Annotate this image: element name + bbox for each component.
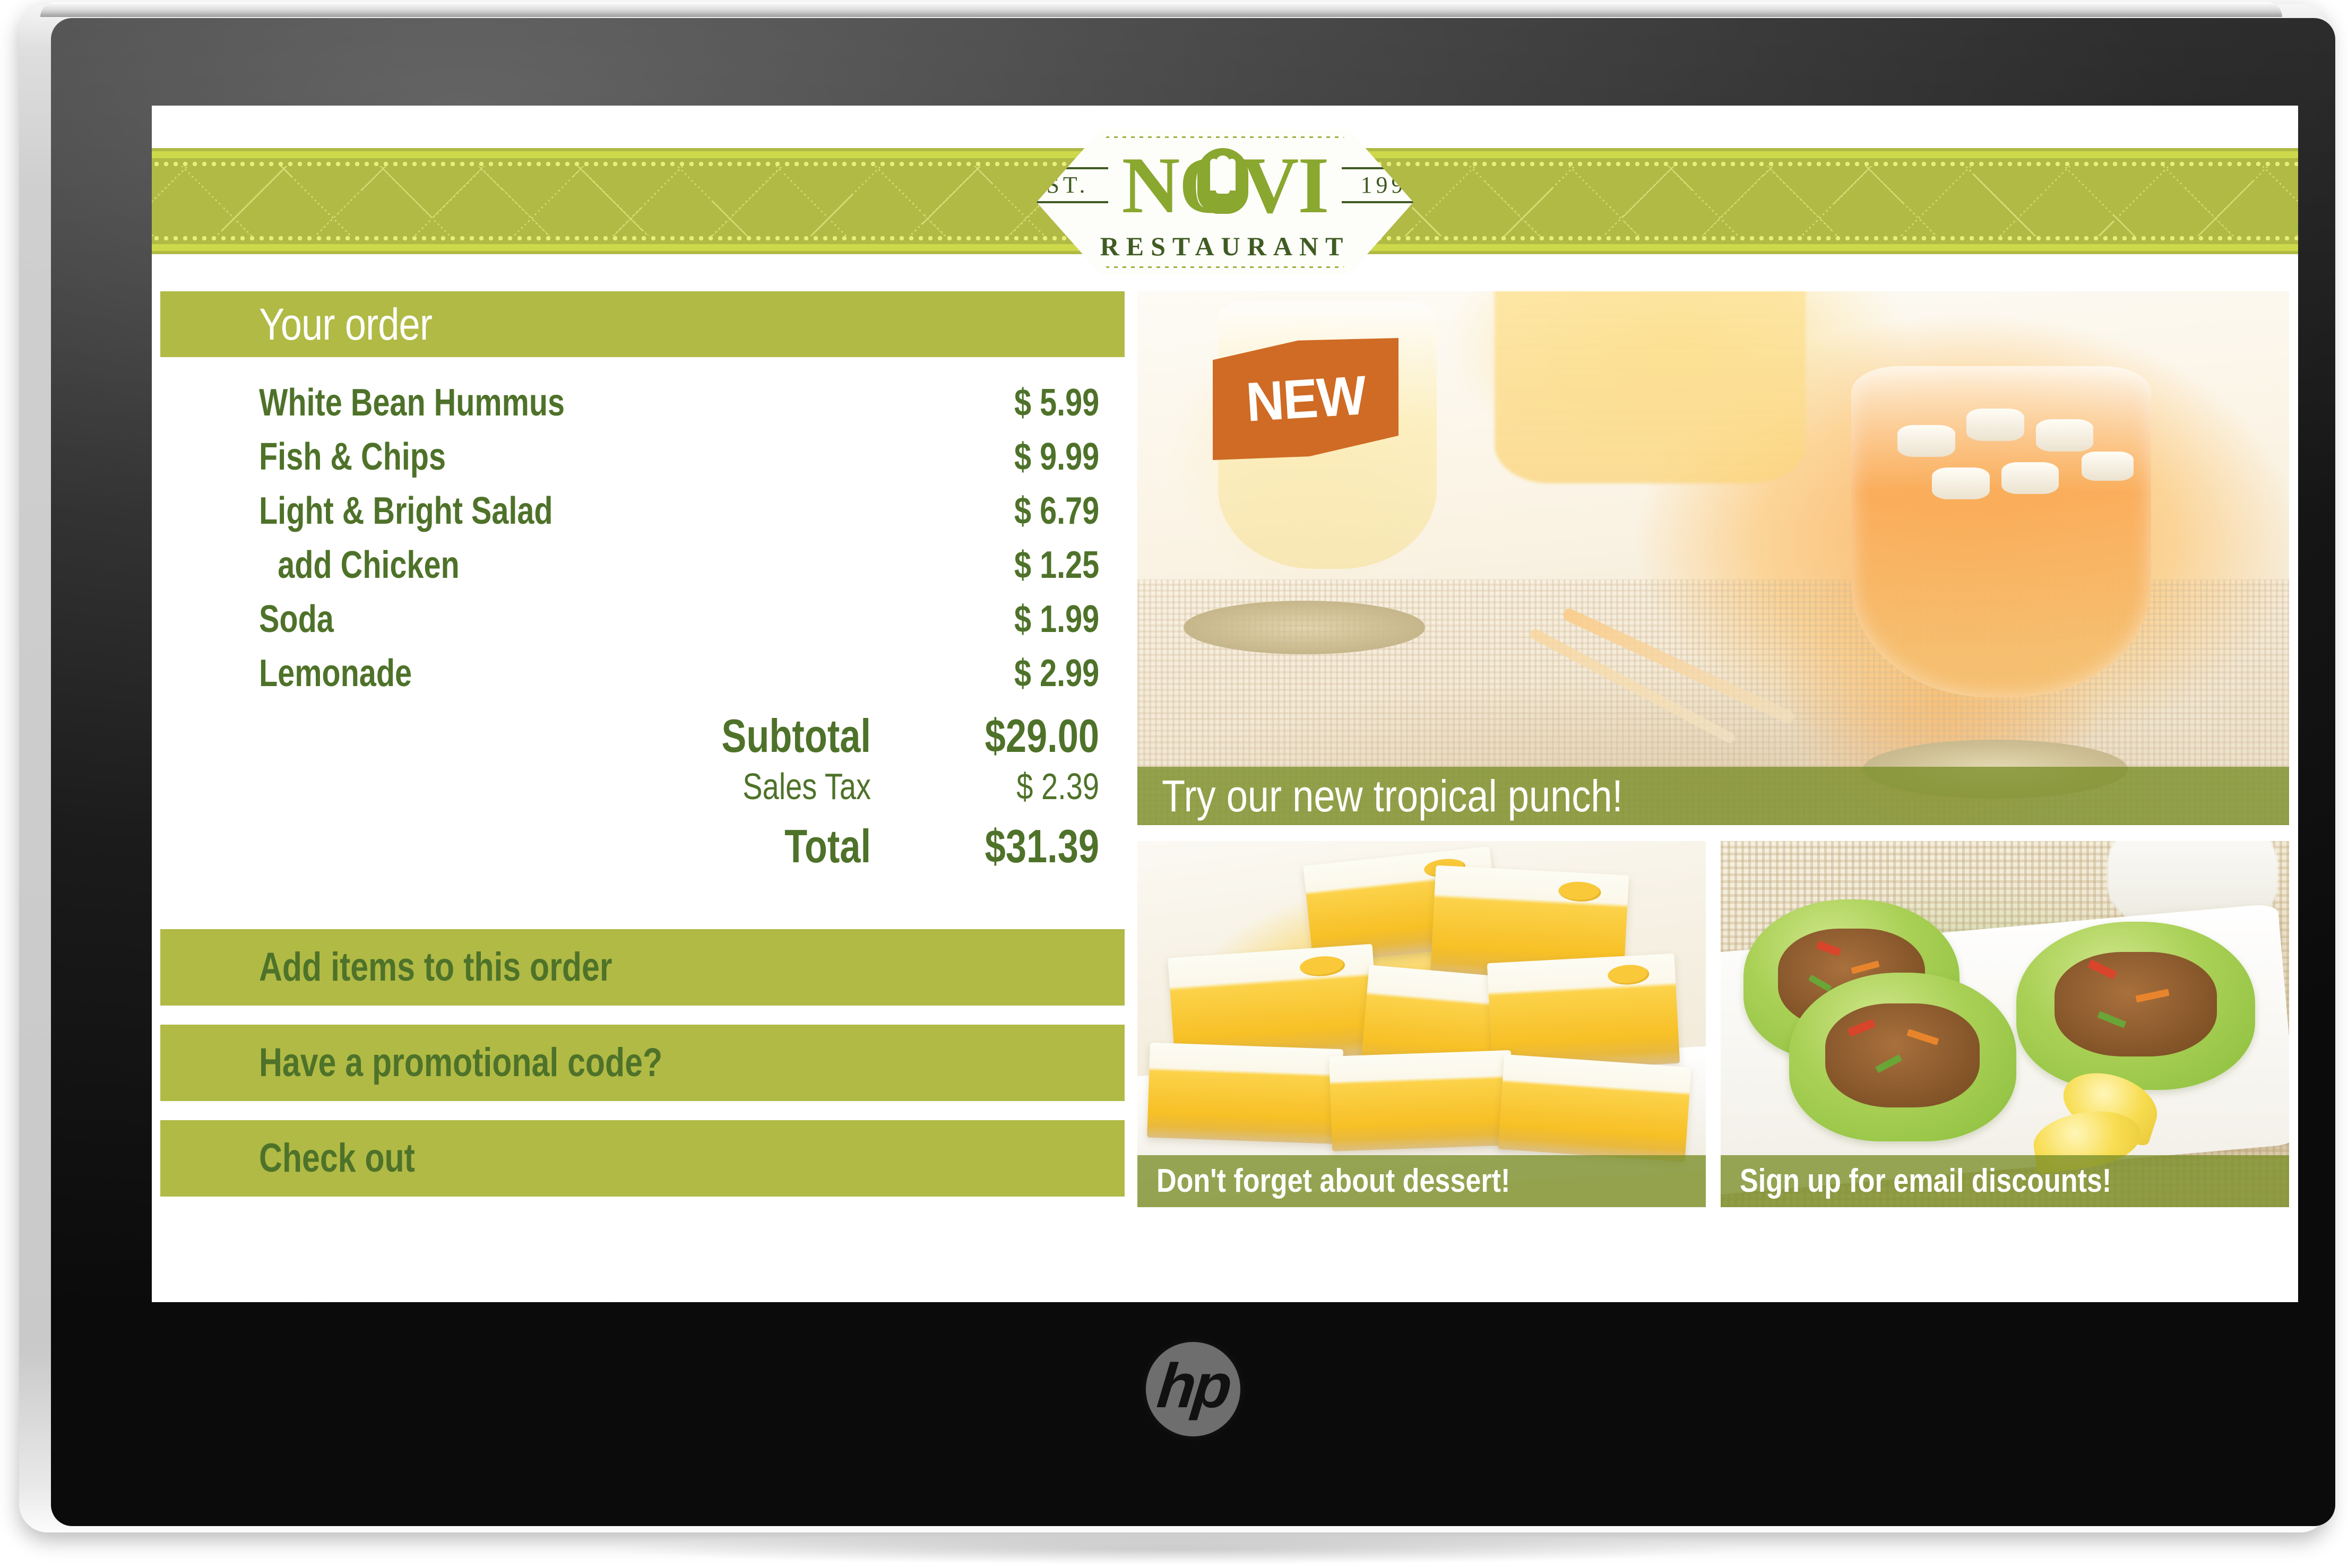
total-label: Total: [784, 820, 871, 872]
marshmallow: [1932, 467, 1990, 500]
lettuce-wrap: [1789, 973, 2016, 1141]
monitor-top-edge: [40, 2, 2282, 17]
lemon-bar: [1329, 1050, 1514, 1152]
promo-panel: NEW Try our new tropical punch! Don't fo…: [1137, 291, 2289, 1207]
logo-inner: EST. NOVI 1996 RESTAURANT: [1037, 145, 1413, 261]
hero-caption-text: Try our new tropical punch!: [1162, 771, 1623, 821]
pitcher-shape: [1494, 291, 1806, 484]
screen-content: EST. NOVI 1996 RESTAURANT: [152, 106, 2298, 1302]
dessert-caption-text: Don't forget about dessert!: [1156, 1163, 1510, 1199]
email-caption-text: Sign up for email discounts!: [1740, 1163, 2112, 1199]
lemon-curl: [1299, 955, 1346, 978]
dessert-caption-bar: Don't forget about dessert!: [1137, 1155, 1706, 1207]
monitor-bezel: EST. NOVI 1996 RESTAURANT: [51, 18, 2335, 1526]
lemon-curl: [1558, 880, 1602, 903]
subtotal-row: Subtotal $29.00: [259, 713, 1099, 768]
logo-wordmark-wrap: NOVI: [1122, 145, 1330, 226]
subtotal-label: Subtotal: [721, 709, 871, 762]
hero-caption-bar: Try our new tropical punch!: [1137, 767, 2289, 825]
lemon-bar: [1147, 1043, 1344, 1145]
lemon-bars-image: [1137, 841, 1706, 1207]
marshmallow: [2082, 451, 2134, 481]
wrap-filling: [1825, 1003, 1980, 1108]
order-actions: Add items to this order Have a promotion…: [160, 929, 1125, 1197]
promo-code-label: Have a promotional code?: [259, 1040, 663, 1085]
order-totals: Subtotal $29.00 Sales Tax $ 2.39 Total $…: [160, 713, 1125, 878]
promo-email-tile[interactable]: Sign up for email discounts!: [1721, 841, 2289, 1207]
order-item-name: Lemonade: [259, 652, 412, 695]
monitor-chassis: EST. NOVI 1996 RESTAURANT: [19, 2, 2335, 1532]
add-items-button[interactable]: Add items to this order: [160, 929, 1125, 1006]
promo-code-button[interactable]: Have a promotional code?: [160, 1025, 1125, 1101]
new-badge: NEW: [1213, 338, 1399, 460]
order-item-price: $ 1.25: [1014, 544, 1099, 586]
wrap-filling: [2054, 951, 2217, 1056]
lemon-bar: [1498, 1054, 1692, 1163]
sales-tax-value: $ 2.39: [1016, 766, 1099, 807]
marshmallow: [1897, 425, 1955, 457]
lettuce-wraps-image: [1721, 841, 2289, 1207]
order-item-row-modifier[interactable]: add Chicken $ 1.25: [259, 546, 1099, 600]
hp-logo-text: hp: [1154, 1351, 1233, 1421]
spoon-fork-icon: [1197, 148, 1248, 214]
add-items-label: Add items to this order: [259, 945, 612, 990]
order-items-list: White Bean Hummus $ 5.99 Fish & Chips $ …: [160, 384, 1125, 708]
order-item-row[interactable]: Light & Bright Salad $ 6.79: [259, 492, 1099, 546]
promo-dessert-tile[interactable]: Don't forget about dessert!: [1137, 841, 1706, 1207]
order-item-name: White Bean Hummus: [259, 382, 565, 424]
email-caption-bar: Sign up for email discounts!: [1721, 1155, 2289, 1207]
monitor-shadow: [617, 1535, 1731, 1564]
marshmallow: [2035, 419, 2094, 452]
order-item-name: Light & Bright Salad: [259, 490, 553, 532]
promo-tile-row: Don't forget about dessert! Sign up for …: [1137, 841, 2289, 1207]
total-value: $31.39: [985, 820, 1099, 872]
order-item-price: $ 9.99: [1014, 436, 1099, 478]
check-out-button[interactable]: Check out: [160, 1120, 1125, 1197]
check-out-label: Check out: [259, 1136, 415, 1181]
order-item-price: $ 6.79: [1014, 490, 1099, 532]
brand-logo-badge: EST. NOVI 1996 RESTAURANT: [1037, 130, 1413, 274]
order-title-bar: Your order: [160, 291, 1125, 357]
lemon-curl: [1607, 963, 1650, 986]
order-item-row[interactable]: Fish & Chips $ 9.99: [259, 438, 1099, 492]
order-item-name: Fish & Chips: [259, 436, 446, 478]
order-item-row[interactable]: Lemonade $ 2.99: [259, 654, 1099, 708]
order-item-price: $ 5.99: [1014, 382, 1099, 424]
hp-logo-icon: hp: [1146, 1342, 1240, 1436]
marshmallow: [1966, 409, 2024, 441]
order-item-row[interactable]: Soda $ 1.99: [259, 600, 1099, 654]
marshmallow: [2001, 462, 2059, 495]
order-item-row[interactable]: White Bean Hummus $ 5.99: [259, 384, 1099, 438]
logo-subtitle: RESTAURANT: [1100, 231, 1350, 261]
lettuce-wrap: [2016, 921, 2255, 1090]
sales-tax-label: Sales Tax: [743, 766, 871, 807]
promo-hero-tile[interactable]: NEW Try our new tropical punch!: [1137, 291, 2289, 825]
subtotal-value: $29.00: [985, 709, 1099, 762]
order-item-price: $ 1.99: [1014, 598, 1099, 640]
new-badge-label: NEW: [1244, 365, 1367, 434]
sales-tax-row: Sales Tax $ 2.39: [259, 768, 1099, 823]
order-item-price: $ 2.99: [1014, 652, 1099, 695]
order-item-name: add Chicken: [278, 544, 460, 586]
total-row: Total $31.39: [259, 823, 1099, 878]
order-panel: Your order White Bean Hummus $ 5.99 Fish…: [160, 291, 1125, 1216]
order-item-name: Soda: [259, 598, 334, 640]
page-title: Your order: [259, 299, 433, 349]
